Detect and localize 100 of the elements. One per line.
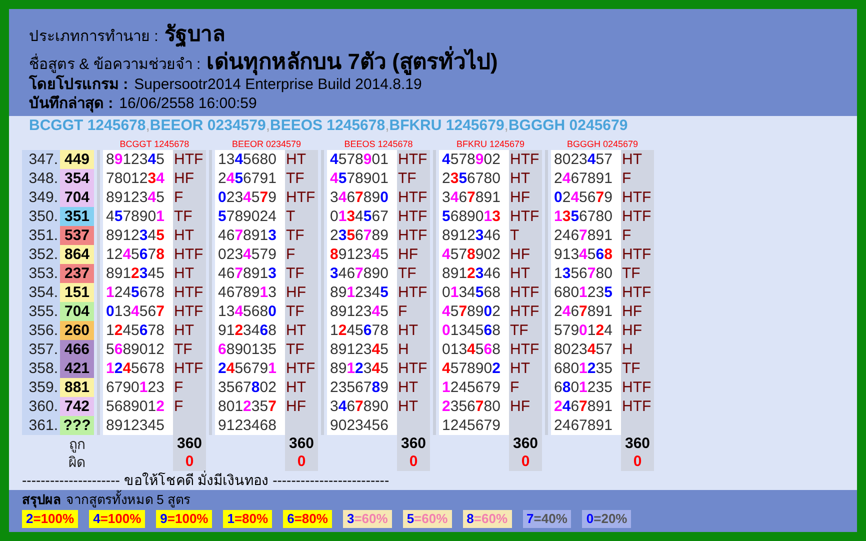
number-set-cell: 4578901 (327, 169, 397, 188)
number-set-cell: 5689012 (103, 397, 173, 416)
number-set-cell: 0134568 (439, 283, 509, 302)
number-set-cell: 1345680 (215, 150, 285, 169)
program-value: Supersootr2014 Enterprise Build 2014.8.19 (134, 76, 422, 94)
row-number: 352. (22, 245, 60, 264)
number-set-cell: 8023457 (551, 340, 621, 359)
type-value: รัฐบาล (164, 22, 226, 49)
row-number: 350. (22, 207, 60, 226)
hit-code-cell: HT (397, 378, 430, 397)
percent-chip: 1=80% (223, 510, 272, 528)
number-set-cell: 0134568 (439, 340, 509, 359)
number-set-cell: 8012357 (215, 397, 285, 416)
number-set-cell: 0134568 (439, 321, 509, 340)
hit-code-cell: TF (621, 264, 654, 283)
hit-code-cell: HT (397, 397, 430, 416)
separator: , (146, 116, 150, 136)
hit-code-cell: HTF (397, 188, 430, 207)
column-header: BCGGT 1245678 (120, 138, 190, 150)
hit-code-cell: HTF (285, 359, 318, 378)
hit-code-cell: HTF (173, 150, 206, 169)
hit-code-cell: HTF (509, 150, 542, 169)
result-cell: 537 (60, 226, 94, 245)
row-number: 359. (22, 378, 60, 397)
row-number: 358. (22, 359, 60, 378)
number-set-cell: 4578902 (439, 150, 509, 169)
column-header: BEEOR 0234579 (232, 138, 302, 150)
hit-code-cell: HTF (621, 245, 654, 264)
number-set-cell: 9023456 (327, 416, 397, 435)
number-set-cell: 4678913 (215, 264, 285, 283)
number-set-cell: 8912345 (103, 150, 173, 169)
hit-code-cell: F (621, 169, 654, 188)
hit-code-cell: HTF (509, 207, 542, 226)
number-set-cell: 8912346 (439, 226, 509, 245)
number-set-cell: 5790124 (551, 321, 621, 340)
hit-code-cell: HF (509, 245, 542, 264)
number-set-cell: 5789024 (215, 207, 285, 226)
hit-code-cell: F (173, 397, 206, 416)
hit-code-cell: HTF (285, 188, 318, 207)
hit-code-cell: HTF (173, 302, 206, 321)
hit-code-cell: HTF (621, 188, 654, 207)
number-set-cell: 2467891 (551, 226, 621, 245)
result-cell: 466 (60, 340, 94, 359)
correct-count: 360 (176, 435, 202, 453)
wrong-label: ผิด (68, 453, 86, 471)
number-set-cell: 1245679 (439, 416, 509, 435)
result-cell: 742 (60, 397, 94, 416)
hit-code-cell: HTF (173, 245, 206, 264)
number-set-cell: 6890135 (215, 340, 285, 359)
hit-code-cell: HF (285, 283, 318, 302)
hit-code-cell: TF (173, 340, 206, 359)
number-set-cell: 0134567 (327, 207, 397, 226)
saved-label: บันทึกล่าสุด : (29, 94, 114, 113)
hit-code-cell: TF (285, 302, 318, 321)
formula-code: BEEOR 0234579 (150, 116, 266, 136)
hit-code-cell: TF (621, 359, 654, 378)
number-set-cell: 3467890 (327, 188, 397, 207)
correct-count: 360 (400, 435, 426, 453)
wrong-count: 0 (409, 453, 418, 471)
number-set-cell: 4578901 (103, 207, 173, 226)
number-set-cell: 6801235 (551, 359, 621, 378)
hit-code-cell: HTF (621, 207, 654, 226)
hit-code-cell: TF (509, 321, 542, 340)
hit-code-cell: F (509, 378, 542, 397)
number-set-cell: 2467891 (551, 169, 621, 188)
number-set-cell: 8912346 (439, 264, 509, 283)
number-set-cell: 2456791 (215, 169, 285, 188)
hit-code-cell: HT (509, 359, 542, 378)
result-cell: ??? (60, 416, 94, 435)
number-set-cell: 1245678 (327, 321, 397, 340)
separator: , (266, 116, 270, 136)
separator: , (385, 116, 390, 136)
hit-code-cell: HTF (397, 150, 430, 169)
result-cell: 421 (60, 359, 94, 378)
hit-code-cell: HF (173, 169, 206, 188)
blessing-text: --------------------- ขอให้โชคดี มั่งมีเงินทอง ------------------------- (22, 471, 390, 489)
hit-code-cell: F (285, 245, 318, 264)
hit-code-cell: H (397, 340, 430, 359)
hit-code-cell: TF (173, 207, 206, 226)
hit-code-cell: HF (397, 245, 430, 264)
hit-code-cell: TF (285, 226, 318, 245)
number-set-cell: 3467890 (327, 264, 397, 283)
number-set-cell: 8912345 (327, 283, 397, 302)
number-set-cell: 4578902 (439, 302, 509, 321)
number-set-cell: 4578901 (327, 150, 397, 169)
number-set-cell: 3467891 (439, 188, 509, 207)
hit-code-cell: HT (173, 264, 206, 283)
number-set-cell: 4578902 (439, 359, 509, 378)
wrong-count: 0 (521, 453, 530, 471)
percent-chip: 6=80% (283, 510, 332, 528)
percent-chip: 7=40% (522, 510, 572, 528)
hit-code-cell: TF (285, 264, 318, 283)
percent-chip: 3=60% (342, 510, 392, 528)
result-cell: 237 (60, 264, 94, 283)
percent-chip: 0=20% (582, 510, 632, 528)
hit-code-cell: HT (509, 264, 542, 283)
hit-code-cell: F (621, 226, 654, 245)
row-number: 348. (22, 169, 60, 188)
number-set-cell: 2467891 (551, 416, 621, 435)
hit-code-cell: TF (397, 169, 430, 188)
